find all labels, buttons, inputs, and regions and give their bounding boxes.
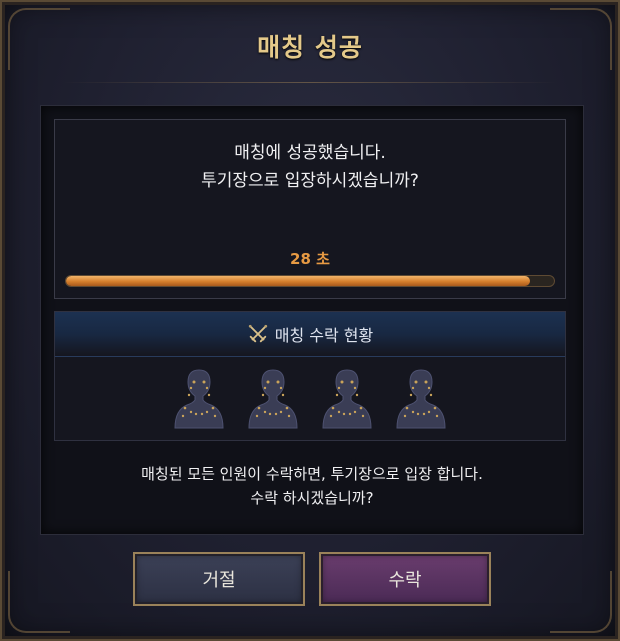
player-avatar-list xyxy=(55,364,565,432)
crossed-swords-icon xyxy=(248,324,267,343)
countdown-timer: 28 초 xyxy=(290,250,330,268)
match-success-message: 매칭에 성공했습니다. xyxy=(234,143,386,163)
accept-status-panel: 매칭 수락 현황 xyxy=(54,311,566,441)
dialog-title: 매칭 성공 xyxy=(257,32,363,62)
player-silhouette-icon xyxy=(322,369,372,429)
accept-notice-text: 매칭된 모든 인원이 수락하면, 투기장으로 입장 합니다. xyxy=(141,465,483,483)
reject-button-label: 거절 xyxy=(202,570,236,591)
player-silhouette-icon xyxy=(174,369,224,429)
accept-button-label: 수락 xyxy=(388,570,422,591)
accept-button[interactable]: 수락 xyxy=(319,552,491,606)
reject-button[interactable]: 거절 xyxy=(133,552,305,606)
accept-question-text: 수락 하시겠습니까? xyxy=(250,489,374,507)
accept-status-header: 매칭 수락 현황 xyxy=(55,312,565,357)
corner-ornament xyxy=(8,571,70,633)
content-area: 매칭에 성공했습니다. 투기장으로 입장하시겠습니까? 28 초 매칭 수락 현… xyxy=(40,105,584,535)
title-bar: 매칭 성공 xyxy=(2,2,618,97)
match-success-dialog: 매칭 성공 매칭에 성공했습니다. 투기장으로 입장하시겠습니까? 28 초 매… xyxy=(0,0,620,641)
enter-arena-question: 투기장으로 입장하시겠습니까? xyxy=(201,171,419,191)
countdown-progress-fill xyxy=(66,276,530,286)
countdown-progress-bar xyxy=(65,275,555,287)
accept-status-label: 매칭 수락 현황 xyxy=(274,326,374,345)
message-box: 매칭에 성공했습니다. 투기장으로 입장하시겠습니까? 28 초 xyxy=(54,119,566,299)
player-silhouette-icon xyxy=(248,369,298,429)
corner-ornament xyxy=(550,571,612,633)
player-silhouette-icon xyxy=(396,369,446,429)
